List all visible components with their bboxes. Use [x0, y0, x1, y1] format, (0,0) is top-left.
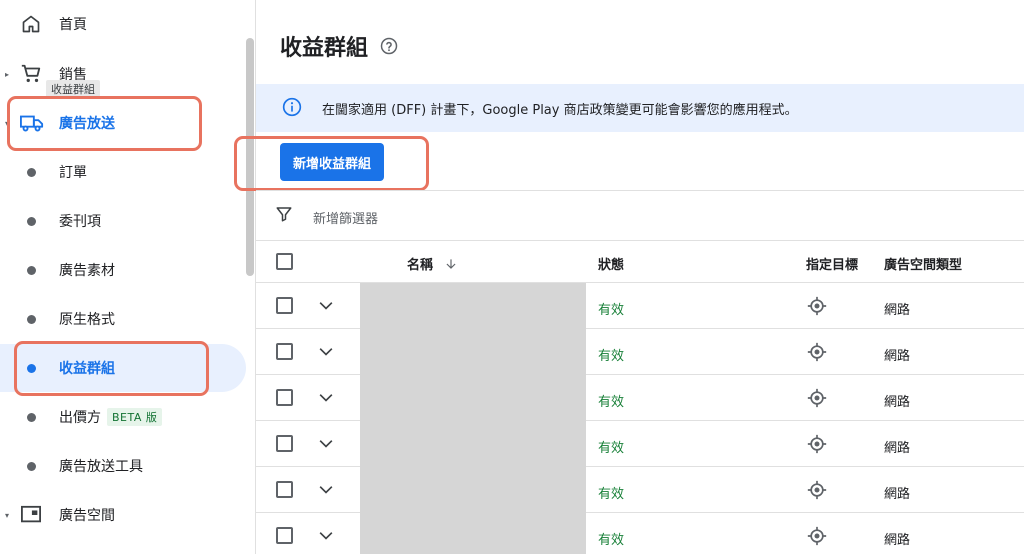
highlight-box-delivery	[7, 96, 202, 151]
chevron-down-icon[interactable]	[316, 526, 336, 546]
main-content: 收益群組 在閫家適用 (DFF) 計畫下，Google Play 商店政策變更可…	[234, 0, 1024, 554]
collapse-arrow-icon[interactable]: ▾	[5, 511, 13, 520]
column-header-label: 名稱	[407, 258, 434, 273]
highlight-box-yield-groups	[14, 341, 209, 396]
banner-text: 在閫家適用 (DFF) 計畫下，Google Play 商店政策變更可能會影響您…	[322, 103, 798, 118]
sidebar-item-line-items[interactable]: 委刊項	[0, 197, 246, 245]
target-icon[interactable]	[807, 526, 827, 546]
row-inventory-type: 網路	[884, 303, 911, 318]
bullet-icon	[27, 461, 36, 471]
row-checkbox[interactable]	[276, 481, 293, 498]
divider	[256, 190, 1024, 191]
sidebar-item-label: 訂單	[59, 165, 87, 181]
sidebar-item-inventory[interactable]: ▾ 廣告空間	[0, 491, 246, 539]
column-header-name[interactable]: 名稱	[407, 254, 458, 273]
add-filter-input[interactable]: 新增篩選器	[313, 208, 378, 227]
cart-icon	[20, 63, 42, 85]
column-header-inventory-type[interactable]: 廣告空間類型	[884, 254, 962, 273]
target-icon[interactable]	[807, 388, 827, 408]
page-title: 收益群組	[280, 36, 369, 61]
bullet-icon	[27, 216, 36, 226]
row-inventory-type: 網路	[884, 487, 911, 502]
sidebar-item-label: 首頁	[59, 17, 87, 33]
row-status: 有效	[598, 441, 625, 456]
sidebar-item-sales[interactable]: ▸ 銷售	[0, 50, 246, 98]
arrow-down-icon	[446, 259, 456, 269]
beta-badge: BETA 版	[107, 408, 163, 426]
sidebar-item-label: 廣告空間	[59, 508, 115, 524]
row-inventory-type: 網路	[884, 533, 911, 548]
target-icon[interactable]	[807, 480, 827, 500]
chevron-down-icon[interactable]	[316, 342, 336, 362]
target-icon[interactable]	[807, 342, 827, 362]
divider	[256, 240, 1024, 241]
select-all-checkbox[interactable]	[276, 253, 293, 270]
row-inventory-type: 網路	[884, 441, 911, 456]
redacted-name-column	[360, 283, 586, 554]
chevron-down-icon[interactable]	[316, 296, 336, 316]
chevron-down-icon[interactable]	[316, 434, 336, 454]
sidebar-item-orders[interactable]: 訂單	[0, 148, 246, 196]
row-inventory-type: 網路	[884, 349, 911, 364]
row-checkbox[interactable]	[276, 297, 293, 314]
row-checkbox[interactable]	[276, 343, 293, 360]
sidebar: 首頁 ▸ 銷售 收益群組 ▾ 廣告放送 訂單 委刊項 廣告素材 原生格式 收益群…	[0, 0, 256, 554]
info-icon	[282, 97, 302, 117]
sidebar-item-label: 原生格式	[59, 312, 115, 328]
bullet-icon	[27, 412, 36, 422]
sidebar-item-home[interactable]: 首頁	[0, 0, 246, 48]
sidebar-item-label-text: 出價方	[59, 410, 101, 426]
sidebar-item-bidders[interactable]: 出價方 BETA 版	[0, 393, 246, 441]
sidebar-item-label: 委刊項	[59, 214, 101, 230]
sidebar-item-label: 出價方 BETA 版	[59, 407, 163, 427]
filter-icon[interactable]	[275, 205, 293, 223]
row-checkbox[interactable]	[276, 527, 293, 544]
sidebar-item-label: 廣告素材	[59, 263, 115, 279]
bullet-icon	[27, 265, 36, 275]
column-header-status[interactable]: 狀態	[598, 254, 624, 273]
row-status: 有效	[598, 349, 625, 364]
sidebar-item-native[interactable]: 原生格式	[0, 295, 246, 343]
display-icon	[20, 504, 42, 526]
row-checkbox[interactable]	[276, 435, 293, 452]
info-banner: 在閫家適用 (DFF) 計畫下，Google Play 商店政策變更可能會影響您…	[256, 84, 1024, 132]
help-icon[interactable]	[380, 37, 398, 55]
row-status: 有效	[598, 533, 625, 548]
target-icon[interactable]	[807, 434, 827, 454]
row-status: 有效	[598, 487, 625, 502]
sidebar-item-creatives[interactable]: 廣告素材	[0, 246, 246, 294]
column-header-targeting[interactable]: 指定目標	[806, 254, 858, 273]
bullet-icon	[27, 314, 36, 324]
chevron-down-icon[interactable]	[316, 388, 336, 408]
row-status: 有效	[598, 395, 625, 410]
sidebar-item-label: 廣告放送工具	[59, 459, 143, 475]
highlight-box-add-button	[234, 136, 429, 191]
target-icon[interactable]	[807, 296, 827, 316]
expand-arrow-icon[interactable]: ▸	[5, 70, 13, 79]
row-inventory-type: 網路	[884, 395, 911, 410]
sidebar-item-delivery-tools[interactable]: 廣告放送工具	[0, 442, 246, 490]
row-status: 有效	[598, 303, 625, 318]
chevron-down-icon[interactable]	[316, 480, 336, 500]
home-icon	[20, 13, 42, 35]
bullet-icon	[27, 167, 36, 177]
row-checkbox[interactable]	[276, 389, 293, 406]
